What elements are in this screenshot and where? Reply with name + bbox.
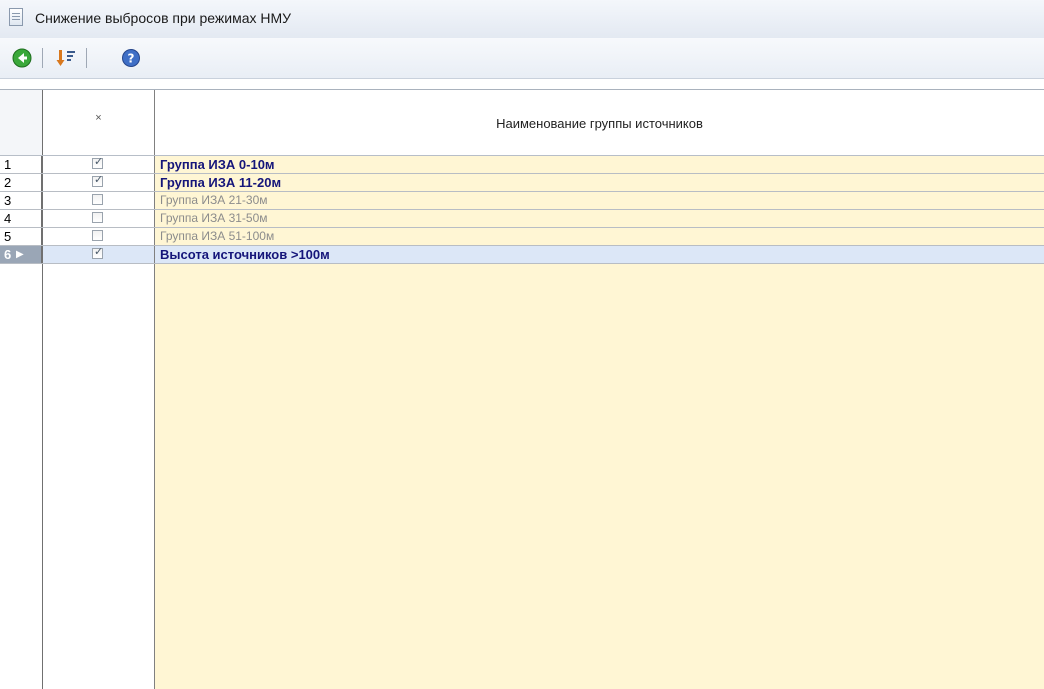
row-number[interactable]: 1 [0, 156, 42, 173]
row-name[interactable]: Группа ИЗА 11-20м [155, 174, 1044, 191]
header-name-label: Наименование группы источников [496, 116, 703, 131]
title-bar: Снижение выбросов при режимах НМУ [0, 0, 1044, 39]
row-number[interactable]: 3 [0, 192, 42, 209]
back-arrow-icon [12, 48, 32, 68]
row-checkbox[interactable]: ✓ [92, 156, 104, 169]
row-check-cell: ✓ [43, 156, 155, 173]
toolbar-separator [42, 48, 43, 68]
table-row[interactable]: 3 Группа ИЗА 21-30м [0, 192, 1044, 210]
row-number[interactable]: 4 [0, 210, 42, 227]
row-check-cell [43, 228, 155, 245]
row-name[interactable]: Группа ИЗА 31-50м [155, 210, 1044, 227]
header-rownum-cell [0, 90, 43, 155]
toolbar: ? [0, 38, 1044, 79]
row-check-cell: ✓ [43, 174, 155, 191]
table-row[interactable]: 1 ✓ Группа ИЗА 0-10м [0, 156, 1044, 174]
row-check-cell: ✓ [43, 246, 155, 263]
row-check-cell [43, 210, 155, 227]
help-button[interactable]: ? [119, 46, 143, 70]
current-row-pointer-icon: ▶ [16, 249, 24, 260]
window-title: Снижение выбросов при режимах НМУ [35, 10, 292, 26]
row-checkbox[interactable] [92, 230, 103, 241]
row-name[interactable]: Группа ИЗА 0-10м [155, 156, 1044, 173]
row-check-cell [43, 192, 155, 209]
row-checkbox[interactable] [92, 212, 103, 223]
header-name-cell[interactable]: Наименование группы источников [155, 90, 1044, 155]
checkmark-icon: ✓ [94, 174, 104, 186]
header-check-label: × [95, 112, 102, 124]
checkmark-icon: ✓ [94, 156, 104, 168]
row-number[interactable]: 2 [0, 174, 42, 191]
table-row[interactable]: 6 ✓ Высота источников >100м ▶ [0, 246, 1044, 264]
table-row[interactable]: 5 Группа ИЗА 51-100м [0, 228, 1044, 246]
document-icon [9, 8, 23, 26]
table-row[interactable]: 2 ✓ Группа ИЗА 11-20м [0, 174, 1044, 192]
row-checkbox[interactable]: ✓ [92, 174, 104, 187]
header-check-cell[interactable]: × [43, 90, 155, 155]
sources-grid: × Наименование группы источников 1 ✓ Групп… [0, 89, 1044, 689]
help-icon: ? [122, 49, 140, 67]
toolbar-separator [86, 48, 87, 68]
checkmark-icon: ✓ [94, 246, 104, 258]
row-checkbox[interactable]: ✓ [92, 246, 104, 259]
row-name[interactable]: Группа ИЗА 51-100м [155, 228, 1044, 245]
row-name[interactable]: Высота источников >100м [155, 246, 1044, 263]
row-checkbox[interactable] [92, 194, 103, 205]
grid-header: × Наименование группы источников [0, 90, 1044, 156]
sort-icon [56, 50, 75, 66]
svg-text:?: ? [128, 52, 135, 66]
row-name[interactable]: Группа ИЗА 21-30м [155, 192, 1044, 209]
table-row[interactable]: 4 Группа ИЗА 31-50м [0, 210, 1044, 228]
back-button[interactable] [10, 46, 34, 70]
row-number[interactable]: 5 [0, 228, 42, 245]
sort-button[interactable] [54, 46, 78, 70]
